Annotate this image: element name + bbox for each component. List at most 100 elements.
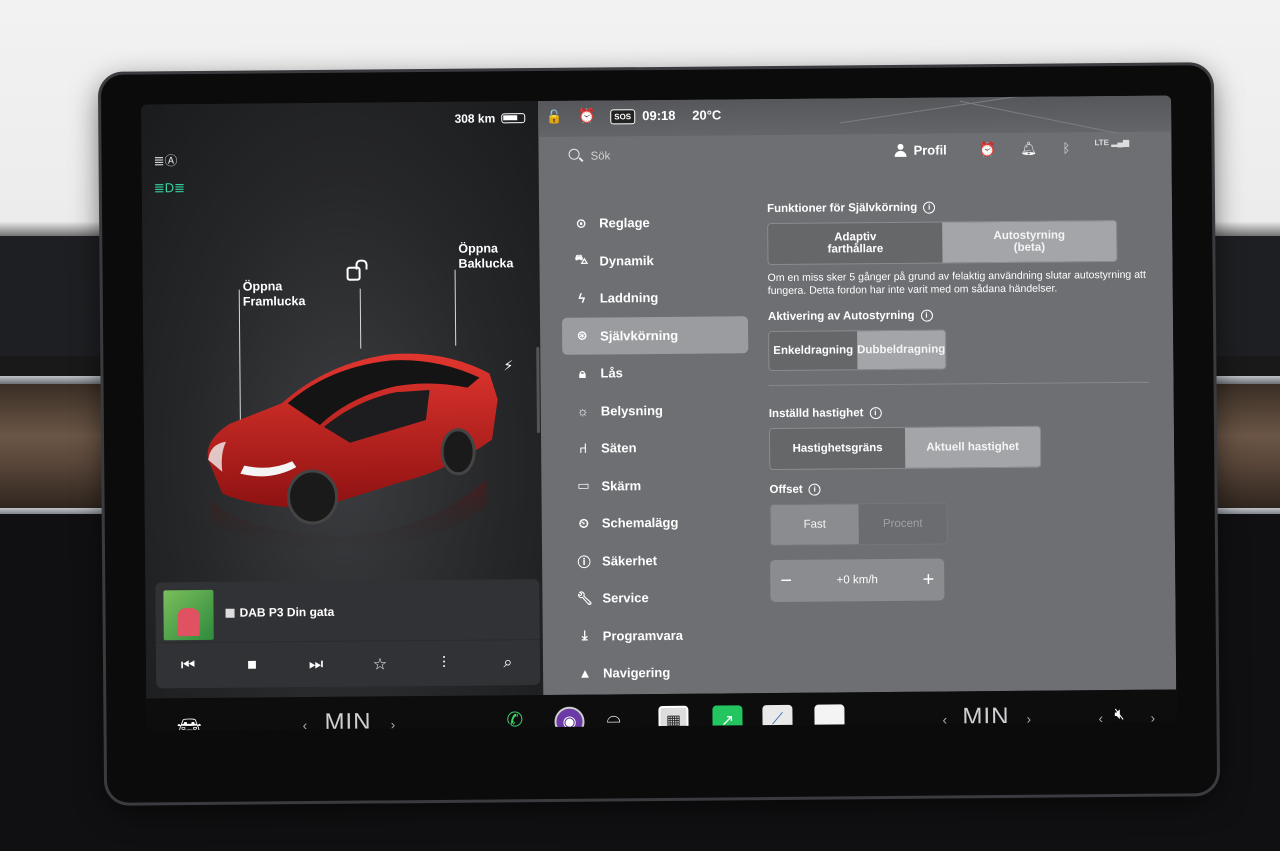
download-icon: ⤓ bbox=[581, 627, 588, 643]
driver-temperature[interactable]: MIN bbox=[324, 709, 371, 731]
navigation-app-icon[interactable]: ⟋ bbox=[762, 704, 793, 731]
app-launcher-icon[interactable]: ▦ bbox=[658, 705, 689, 731]
activation-title: Aktivering av Autostyrning i bbox=[768, 308, 1148, 323]
energy-app-icon[interactable]: ↗ bbox=[712, 705, 743, 731]
auto-headlight-icon[interactable]: ≣Ⓐ bbox=[154, 150, 178, 169]
option-single-pull[interactable]: Enkeldragning bbox=[769, 331, 858, 371]
steering-wheel-icon: ⊛ bbox=[576, 327, 588, 343]
sentry-alarm-icon[interactable]: ⏰ bbox=[578, 108, 596, 125]
media-controls: ⏮ ■ ⏭ ☆ ⫶ ⌕ bbox=[155, 639, 541, 689]
chevron-left-icon[interactable]: ‹ bbox=[302, 717, 307, 730]
autopilot-feature-selector: Adaptiv farthållare Autostyrning (beta) bbox=[767, 219, 1118, 266]
chevron-left-icon[interactable]: ‹ bbox=[942, 711, 947, 727]
info-icon[interactable]: i bbox=[923, 201, 936, 214]
car-3d-model bbox=[207, 353, 498, 551]
settings-header: Sök Profil ⏰ 🔔︎ ᛒ LTE ▂▄▆ bbox=[538, 132, 1171, 186]
profile-label: Profil bbox=[913, 142, 947, 158]
option-percent[interactable]: Procent bbox=[858, 503, 947, 545]
media-player[interactable]: DAB P3 Din gata ⏮ ■ ⏭ ☆ ⫶ ⌕ bbox=[155, 579, 541, 689]
open-frunk-label[interactable]: Öppna Framlucka bbox=[243, 279, 306, 310]
stop-icon[interactable]: ■ bbox=[240, 656, 264, 674]
wiper-icon[interactable]: ⌓ bbox=[606, 706, 620, 727]
alarm-clock-icon[interactable]: ⏰ bbox=[978, 141, 996, 158]
option-current-speed[interactable]: Aktuell hastighet bbox=[904, 426, 1041, 468]
autopilot-description: Om en miss sker 5 gånger på grund av fel… bbox=[767, 268, 1146, 297]
nav-item-saten[interactable]: ⑁ Säten bbox=[563, 428, 749, 467]
media-search-icon[interactable]: ⌕ bbox=[496, 654, 520, 672]
charge-port-icon[interactable]: ⚡ bbox=[503, 357, 513, 374]
offset-value: +0 km/h bbox=[836, 574, 878, 587]
passenger-temperature[interactable]: MIN bbox=[962, 703, 1009, 731]
profile-button[interactable]: Profil bbox=[894, 142, 946, 157]
nav-item-belysning[interactable]: ☼ Belysning bbox=[563, 391, 749, 430]
option-speed-limit[interactable]: Hastighetsgräns bbox=[769, 427, 906, 470]
range-text: 308 km bbox=[454, 111, 496, 126]
nav-item-reglage[interactable]: ⊙ Reglage bbox=[561, 203, 747, 242]
info-icon[interactable]: i bbox=[808, 483, 821, 496]
low-beam-icon[interactable]: ≣D≣ bbox=[154, 180, 185, 196]
set-speed-selector: Hastighetsgräns Aktuell hastighet bbox=[768, 425, 1042, 471]
open-trunk-label[interactable]: Öppna Baklucka bbox=[458, 241, 513, 271]
station-name: DAB P3 Din gata bbox=[239, 604, 335, 620]
camera-icon[interactable]: ◉ bbox=[554, 706, 585, 731]
nav-item-schemalagg[interactable]: ⏲ Schemalägg bbox=[564, 503, 750, 542]
padlock-icon[interactable]: 🔓 bbox=[546, 109, 562, 125]
nav-item-sakerhet[interactable]: ⓘ Säkerhet bbox=[564, 541, 750, 580]
option-double-pull[interactable]: Dubbeldragning bbox=[856, 330, 946, 370]
set-speed-title: Inställd hastighet i bbox=[769, 405, 1149, 420]
autopilot-settings: Funktioner för Självkörning i Adaptiv far… bbox=[767, 200, 1150, 603]
search-icon[interactable] bbox=[568, 148, 580, 160]
notes-app-icon[interactable] bbox=[814, 704, 845, 731]
decrement-button[interactable]: − bbox=[780, 569, 792, 592]
car-panel: 308 km ≣Ⓐ ≣D≣ Öppna Framlucka Öppna Bakl… bbox=[141, 101, 547, 699]
offset-stepper: − +0 km/h + bbox=[770, 558, 945, 603]
dab-icon bbox=[225, 608, 235, 618]
rear-wheel bbox=[440, 428, 476, 476]
car-icon[interactable]: 🚘︎ bbox=[176, 716, 202, 730]
settings-nav: ⊙ Reglage ⛍ Dynamik ϟ Laddning ⊛ Självkörnin… bbox=[561, 203, 751, 692]
nav-item-las[interactable]: 🔒︎ Lås bbox=[562, 353, 748, 392]
bluetooth-icon[interactable]: ᛒ bbox=[1062, 140, 1070, 155]
lock-icon: 🔒︎ bbox=[578, 365, 586, 381]
info-icon: ⓘ bbox=[577, 554, 591, 570]
increment-button[interactable]: + bbox=[922, 568, 934, 591]
equalizer-icon[interactable]: ⫶ bbox=[432, 654, 456, 672]
info-icon[interactable]: i bbox=[869, 407, 882, 420]
sun-icon: ☼ bbox=[576, 403, 589, 419]
nav-item-skarm[interactable]: ▭ Skärm bbox=[563, 466, 749, 505]
alarm-clock-icon: ⏲ bbox=[578, 515, 589, 531]
touchscreen: 308 km ≣Ⓐ ≣D≣ Öppna Framlucka Öppna Bakl… bbox=[141, 95, 1177, 731]
option-fixed[interactable]: Fast bbox=[770, 504, 859, 546]
wrench-icon: 🔧︎ bbox=[576, 590, 594, 606]
option-autosteer[interactable]: Autostyrning (beta) bbox=[942, 221, 1117, 263]
range-indicator: 308 km bbox=[454, 111, 526, 126]
station-info: DAB P3 Din gata bbox=[225, 605, 334, 620]
volume-mute-icon[interactable]: 🔇︎ bbox=[1114, 706, 1124, 724]
nav-item-sjalvkorning[interactable]: ⊛ Självkörning bbox=[561, 315, 749, 355]
car-icon: ⛍ bbox=[574, 251, 589, 267]
unlock-icon[interactable] bbox=[346, 266, 361, 281]
outside-temperature: 20°C bbox=[692, 107, 722, 123]
volume-down-chevron-icon[interactable]: ‹ bbox=[1098, 710, 1103, 726]
notification-bell-icon[interactable]: 🔔︎ bbox=[1020, 141, 1037, 157]
option-adaptive-cruise[interactable]: Adaptiv farthållare bbox=[768, 222, 943, 265]
nav-item-service[interactable]: 🔧︎ Service bbox=[564, 578, 750, 617]
next-track-icon[interactable]: ⏭ bbox=[304, 655, 328, 673]
previous-track-icon[interactable]: ⏮ bbox=[176, 657, 200, 675]
nav-item-laddning[interactable]: ϟ Laddning bbox=[562, 278, 748, 317]
phone-icon[interactable]: ✆ bbox=[506, 707, 523, 730]
offset-selector: Fast Procent bbox=[769, 502, 948, 547]
nav-item-programvara[interactable]: ⤓ Programvara bbox=[565, 616, 751, 655]
search-input[interactable]: Sök bbox=[591, 150, 611, 162]
sos-badge[interactable]: SOS bbox=[610, 109, 636, 125]
nav-item-navigering[interactable]: ▲ Navigering bbox=[565, 653, 751, 692]
section-divider bbox=[768, 381, 1149, 387]
activation-selector: Enkeldragning Dubbeldragning bbox=[768, 329, 947, 372]
nav-item-dynamik[interactable]: ⛍ Dynamik bbox=[561, 241, 747, 280]
info-icon[interactable]: i bbox=[920, 309, 933, 322]
display-icon: ▭ bbox=[577, 477, 590, 493]
favorite-star-icon[interactable]: ☆ bbox=[368, 654, 392, 674]
chevron-right-icon[interactable]: › bbox=[1026, 711, 1031, 727]
chevron-right-icon[interactable]: › bbox=[390, 716, 395, 730]
volume-up-chevron-icon[interactable]: › bbox=[1150, 710, 1155, 726]
